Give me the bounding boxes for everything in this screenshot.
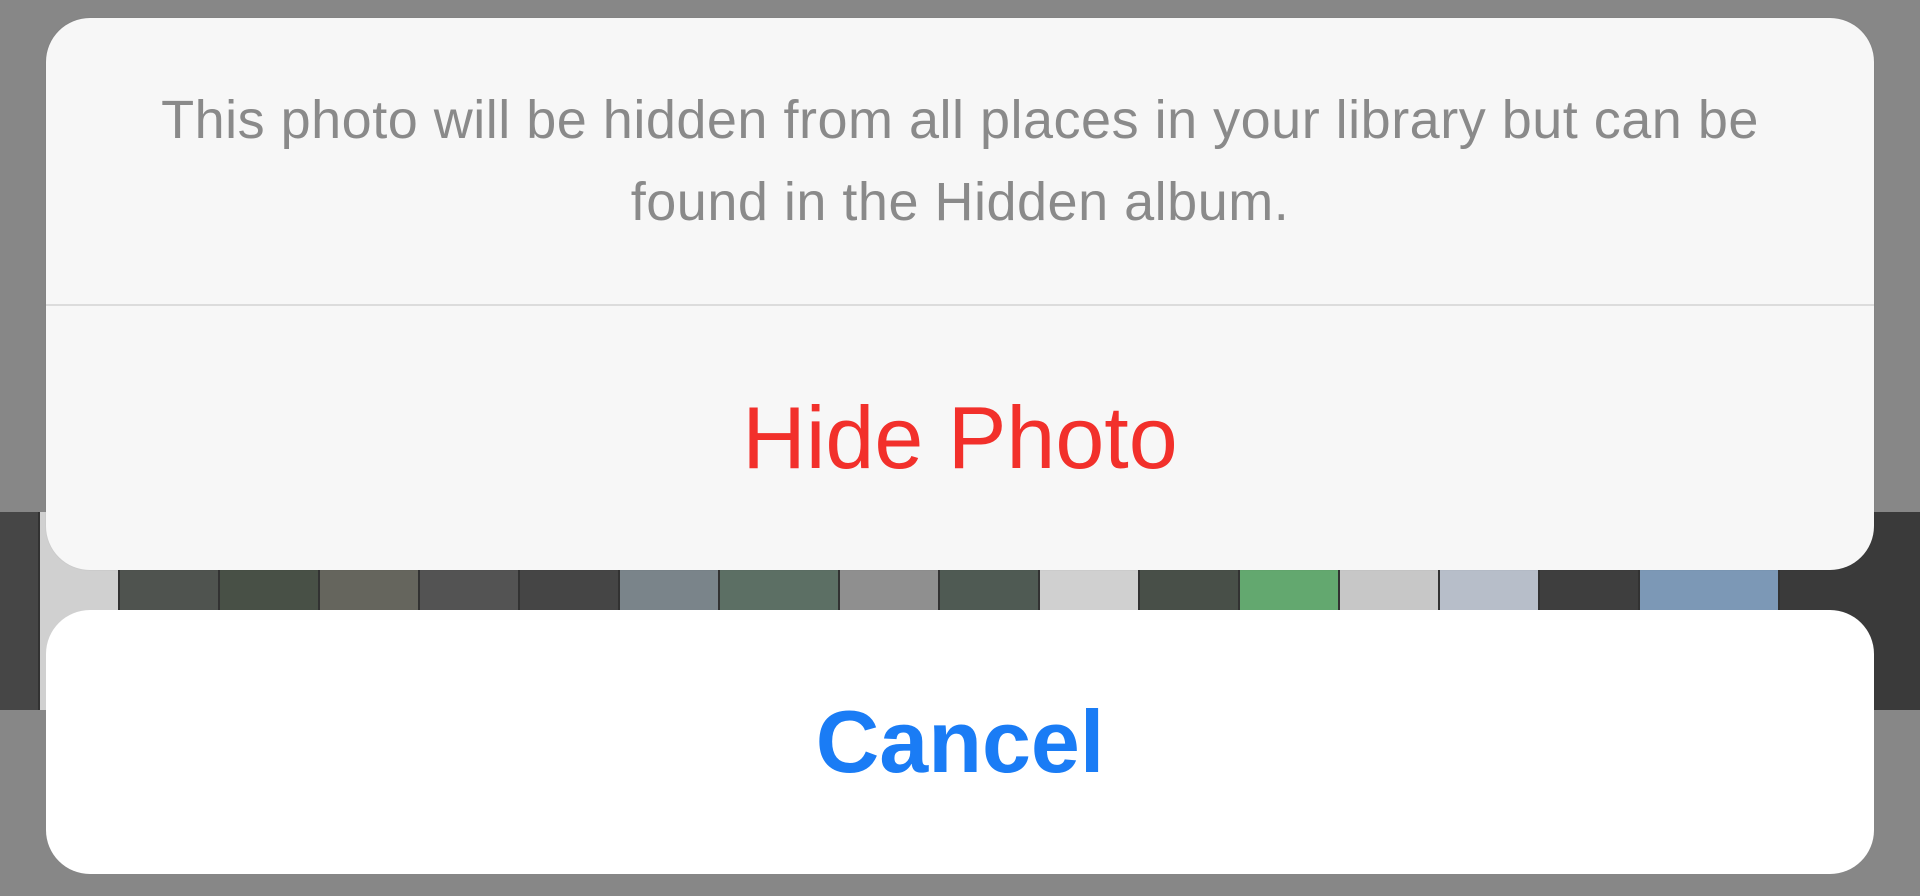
action-sheet-message: This photo will be hidden from all place…	[161, 90, 1759, 232]
action-sheet: This photo will be hidden from all place…	[46, 18, 1874, 570]
cancel-button[interactable]: Cancel	[46, 610, 1874, 874]
hide-photo-button[interactable]: Hide Photo	[46, 306, 1874, 570]
